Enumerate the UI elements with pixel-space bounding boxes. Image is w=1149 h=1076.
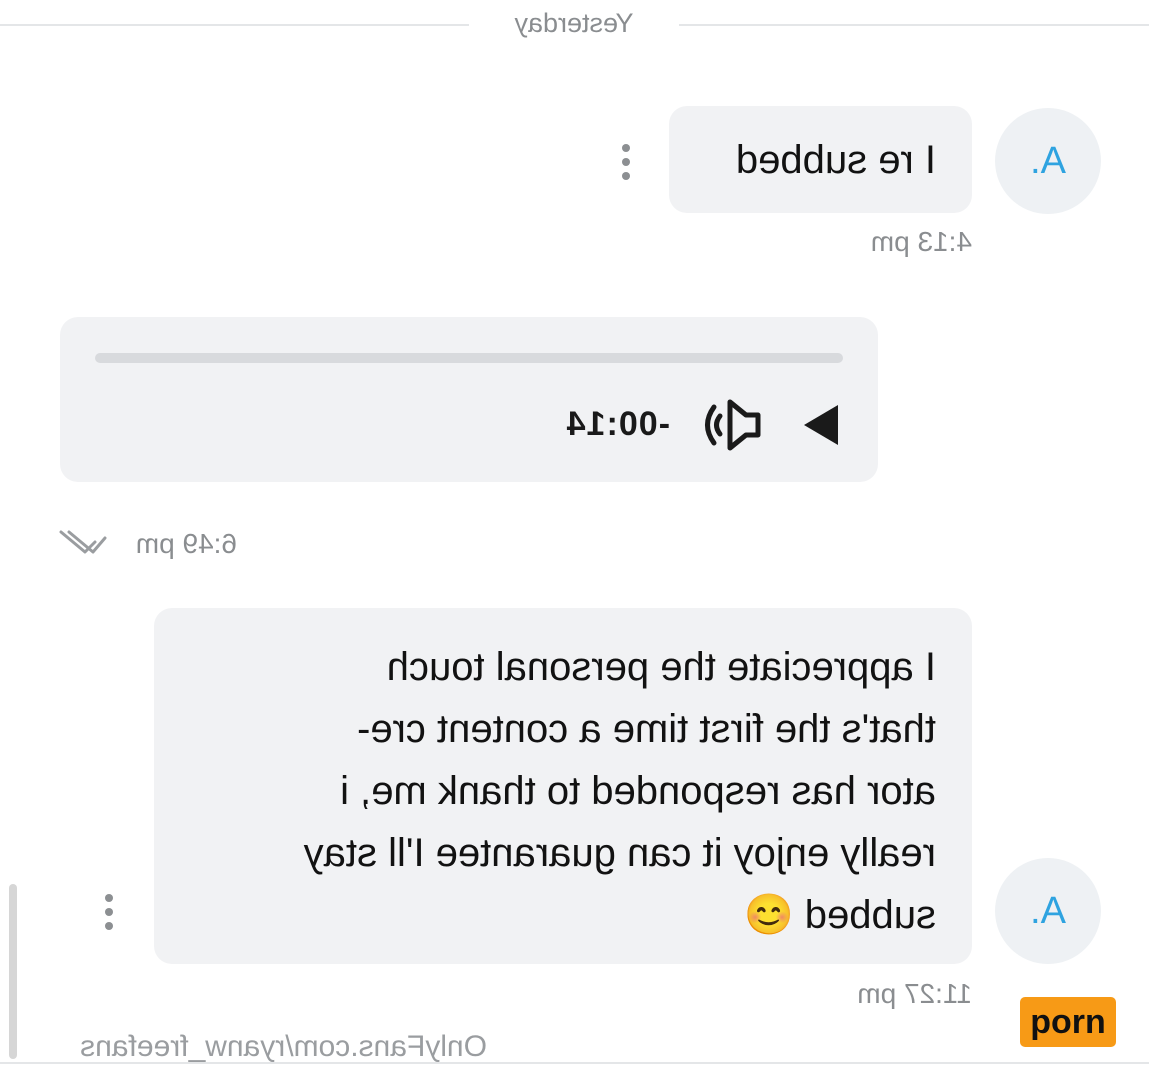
watermark: OnlyFans.com/ryanw_freefans xyxy=(80,1030,487,1063)
message-line: subbed 😊 xyxy=(743,893,936,937)
audio-progress-track[interactable] xyxy=(95,353,843,363)
volume-icon[interactable] xyxy=(702,397,764,453)
audio-remaining-time: -00:14 xyxy=(565,405,670,443)
date-divider-label: Yesterday xyxy=(514,8,634,38)
more-vert-icon[interactable] xyxy=(616,144,636,180)
message-timestamp: 11:27 pm xyxy=(857,978,972,1009)
chat-thread: Yesterday A. I re subbed 4:13 pm -00:14 … xyxy=(0,0,1149,1076)
message-text: I re subbed xyxy=(735,138,936,182)
message-line: ator has responded to thank me, i xyxy=(340,769,936,813)
message-line: that's the first time a content cre- xyxy=(357,707,936,751)
message-line: really enjoy it can guarantee I'll stay xyxy=(303,831,936,875)
date-divider-line-left xyxy=(679,24,1149,26)
message-timestamp: 6:49 pm xyxy=(135,528,237,559)
message-line: I appreciate the personal touch xyxy=(386,645,936,689)
site-badge: porn xyxy=(1020,997,1116,1047)
message-bubble: I appreciate the personal touch that's t… xyxy=(154,608,972,964)
date-divider-line-right xyxy=(0,24,469,26)
avatar[interactable]: A. xyxy=(995,108,1101,214)
message-bubble: I re subbed xyxy=(669,106,972,213)
audio-message: -00:14 xyxy=(60,317,878,482)
bottom-divider xyxy=(0,1062,1149,1064)
more-vert-icon[interactable] xyxy=(99,894,119,930)
message-timestamp: 4:13 pm xyxy=(870,226,972,257)
play-icon[interactable] xyxy=(802,403,840,447)
double-check-icon xyxy=(59,530,107,554)
scrollbar[interactable] xyxy=(9,884,17,1059)
avatar[interactable]: A. xyxy=(995,858,1101,964)
